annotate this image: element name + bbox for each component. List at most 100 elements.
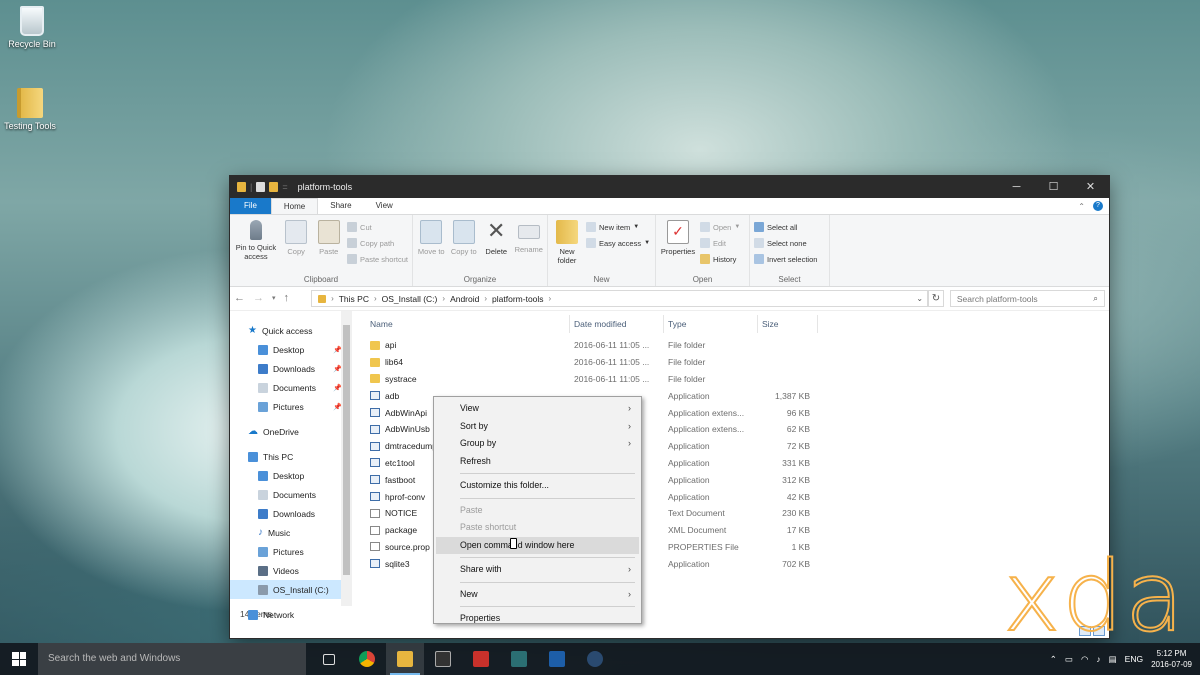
address-dropdown-icon[interactable]: ⌄ (916, 294, 923, 303)
close-button[interactable]: ✕ (1072, 176, 1109, 198)
breadcrumb-item[interactable]: Android (450, 294, 479, 304)
nav-pc-pictures[interactable]: Pictures (230, 542, 352, 561)
help-icon[interactable]: ? (1093, 201, 1103, 211)
menu-item-properties[interactable]: Properties (436, 610, 639, 628)
taskbar-app-2[interactable] (462, 643, 500, 675)
new-folder-icon[interactable] (269, 182, 279, 192)
task-view-button[interactable] (310, 643, 348, 675)
file-row[interactable]: lib64 2016-06-11 11:05 ... File folder (366, 354, 1109, 371)
taskbar-app-3[interactable] (500, 643, 538, 675)
nav-quick-downloads[interactable]: Downloads 📌 (230, 359, 352, 378)
up-arrow-icon[interactable]: ↑ (284, 292, 290, 305)
properties-icon[interactable] (256, 182, 266, 192)
search-input[interactable]: Search platform-tools ⌕ (949, 290, 1105, 307)
breadcrumb-item[interactable]: platform-tools (492, 294, 544, 304)
taskbar-file-explorer[interactable] (386, 643, 424, 675)
menu-item-view[interactable]: View › (436, 400, 639, 418)
menu-item-paste[interactable]: Paste (436, 502, 639, 520)
select-all-button[interactable]: Select all (754, 220, 817, 234)
menu-item-refresh[interactable]: Refresh (436, 453, 639, 471)
file-row[interactable]: api 2016-06-11 11:05 ... File folder (366, 337, 1109, 354)
maximize-button[interactable]: ☐ (1035, 176, 1072, 198)
minimize-button[interactable]: ─ (998, 176, 1035, 198)
menu-item-sort-by[interactable]: Sort by › (436, 418, 639, 436)
invert-selection-button[interactable]: Invert selection (754, 252, 817, 266)
menu-item-paste-shortcut[interactable]: Paste shortcut (436, 519, 639, 537)
volume-icon[interactable]: ♪ (1096, 654, 1100, 664)
clock-time: 5:12 PM (1156, 649, 1187, 658)
tab-share[interactable]: Share (318, 198, 363, 214)
nav-pc-desktop[interactable]: Desktop (230, 466, 352, 485)
back-arrow-icon[interactable]: ← (234, 292, 245, 305)
taskbar-steam[interactable] (576, 643, 614, 675)
tab-view[interactable]: View (364, 198, 405, 214)
history-button[interactable]: History (700, 252, 740, 266)
paste-shortcut-button[interactable]: Paste shortcut (347, 252, 408, 266)
menu-item-share-with[interactable]: Share with › (436, 561, 639, 579)
nav-quick-desktop[interactable]: Desktop 📌 (230, 340, 352, 359)
clock[interactable]: 5:12 PM 2016-07-09 (1151, 648, 1192, 670)
menu-item-new[interactable]: New › (436, 586, 639, 604)
notifications-icon[interactable]: ▤ (1109, 654, 1117, 665)
nav-network[interactable]: Network (230, 605, 352, 624)
column-header-size[interactable]: Size (758, 315, 818, 333)
nav-onedrive[interactable]: ☁ OneDrive (230, 422, 352, 441)
forward-arrow-icon[interactable]: → (253, 292, 264, 305)
document-icon (370, 542, 380, 552)
tab-home[interactable]: Home (270, 198, 319, 214)
column-header-name[interactable]: Name (366, 315, 570, 333)
nav-pc-music[interactable]: ♪ Music (230, 523, 352, 542)
menu-item-customize-folder[interactable]: Customize this folder... (436, 477, 639, 495)
taskbar-chrome[interactable] (348, 643, 386, 675)
column-header-date[interactable]: Date modified (570, 315, 664, 333)
start-button[interactable] (0, 643, 38, 675)
nav-pc-videos[interactable]: Videos (230, 561, 352, 580)
select-group: Select all Select none Invert selection … (750, 215, 830, 286)
wifi-icon[interactable]: ◠ (1081, 654, 1088, 665)
breadcrumb-item[interactable]: This PC (339, 294, 369, 304)
column-headers: Name Date modified Type Size (366, 311, 1109, 337)
desktop-icon-testing-tools[interactable]: Testing Tools (0, 88, 62, 131)
battery-icon[interactable]: ▭ (1065, 654, 1073, 665)
breadcrumb[interactable]: › This PC › OS_Install (C:) › Android › … (311, 290, 929, 307)
title-bar[interactable]: | = platform-tools ─ ☐ ✕ (230, 176, 1109, 198)
cut-button[interactable]: Cut (347, 220, 408, 234)
file-size: 96 KB (786, 407, 810, 418)
recent-locations-icon[interactable]: ▾ (272, 292, 276, 305)
show-hidden-icons-icon[interactable]: ⌃ (1050, 654, 1057, 665)
taskbar-search-box[interactable]: Search the web and Windows (38, 643, 306, 675)
nav-pc-downloads[interactable]: Downloads (230, 504, 352, 523)
nav-quick-documents[interactable]: Documents 📌 (230, 378, 352, 397)
application-icon (370, 458, 380, 468)
nav-quick-access[interactable]: ★ Quick access (230, 321, 352, 340)
easy-access-button[interactable]: Easy access ▼ (586, 236, 650, 250)
edit-button[interactable]: Edit (700, 236, 740, 250)
customize-toolbar-icon[interactable]: = (282, 182, 287, 192)
desktop-icon-recycle-bin[interactable]: Recycle Bin (0, 6, 64, 49)
refresh-icon[interactable]: ↻ (928, 290, 944, 307)
nav-quick-pictures[interactable]: Pictures 📌 (230, 397, 352, 416)
nav-pc-os-install[interactable]: OS_Install (C:) (230, 580, 352, 599)
file-type: Application extens... (668, 424, 745, 435)
nav-pc-documents[interactable]: Documents (230, 485, 352, 504)
file-name: api (385, 340, 397, 351)
menu-item-group-by[interactable]: Group by › (436, 435, 639, 453)
nav-this-pc[interactable]: This PC (230, 447, 352, 466)
language-indicator[interactable]: ENG (1125, 654, 1143, 664)
taskbar-app-1[interactable] (424, 643, 462, 675)
select-none-button[interactable]: Select none (754, 236, 817, 250)
new-item-button[interactable]: New item ▼ (586, 220, 650, 234)
scrollbar-thumb[interactable] (343, 325, 350, 575)
copy-path-button[interactable]: Copy path (347, 236, 408, 250)
tab-file[interactable]: File (230, 198, 271, 214)
open-button[interactable]: Open ▼ (700, 220, 740, 234)
pin-label: Pin to Quick access (235, 243, 277, 261)
menu-item-open-command-window[interactable]: Open command window here (436, 536, 639, 554)
collapse-ribbon-icon[interactable]: ⌃ (1078, 202, 1085, 211)
delete-icon: ✕ (487, 218, 506, 243)
column-header-type[interactable]: Type (664, 315, 758, 333)
breadcrumb-item[interactable]: OS_Install (C:) (382, 294, 438, 304)
navpane-scrollbar[interactable] (341, 311, 352, 606)
file-row[interactable]: systrace 2016-06-11 11:05 ... File folder (366, 371, 1109, 388)
taskbar-app-4[interactable] (538, 643, 576, 675)
